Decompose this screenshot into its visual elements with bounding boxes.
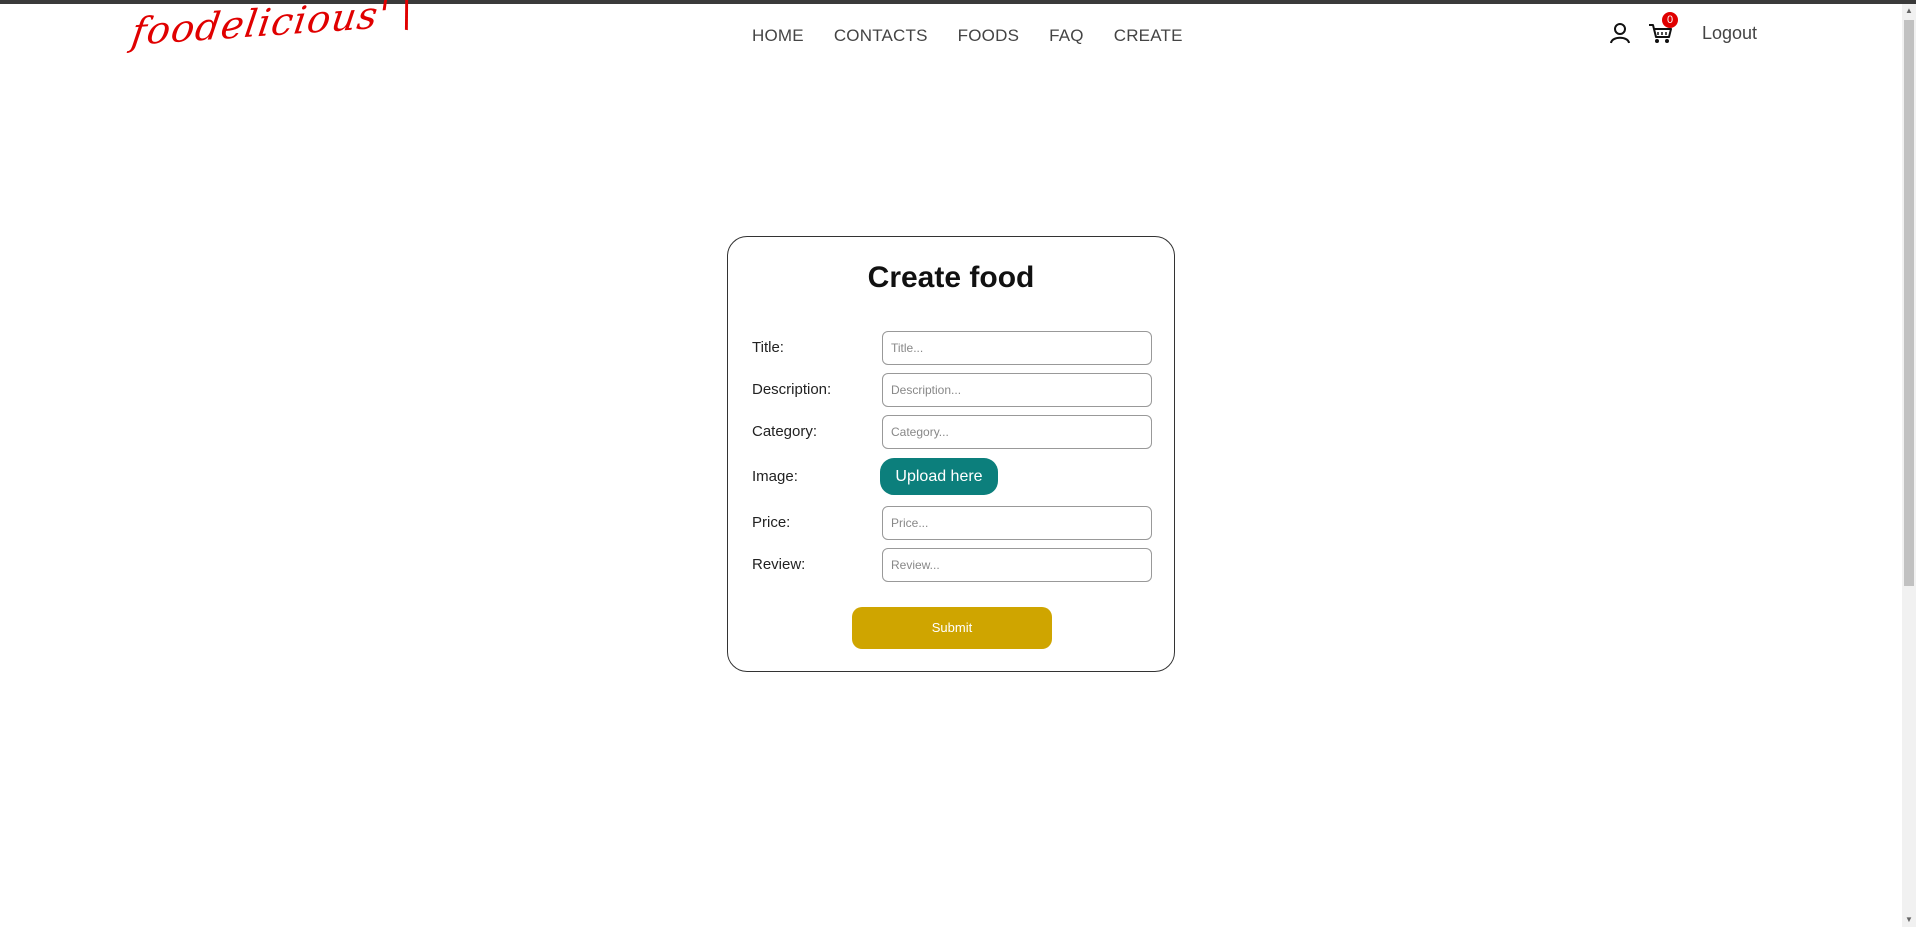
image-row: Image: Upload here bbox=[752, 458, 1152, 495]
review-input[interactable] bbox=[882, 548, 1152, 582]
nav-foods[interactable]: FOODS bbox=[958, 26, 1019, 46]
scroll-thumb[interactable] bbox=[1904, 20, 1914, 586]
create-food-form: Create food Title: Description: Category… bbox=[727, 236, 1175, 672]
submit-button[interactable]: Submit bbox=[852, 607, 1052, 649]
upload-image-button[interactable]: Upload here bbox=[880, 458, 998, 495]
price-input[interactable] bbox=[882, 506, 1152, 540]
logout-link[interactable]: Logout bbox=[1702, 23, 1757, 44]
nav-home[interactable]: HOME bbox=[752, 26, 804, 46]
category-row: Category: bbox=[752, 415, 1152, 449]
price-label: Price: bbox=[752, 514, 791, 531]
nav-contacts[interactable]: CONTACTS bbox=[834, 26, 928, 46]
form-title: Create food bbox=[867, 261, 1035, 294]
page-scrollbar[interactable]: ▲ ▼ bbox=[1902, 4, 1916, 927]
title-label: Title: bbox=[752, 339, 784, 356]
cart-button[interactable]: 0 bbox=[1648, 12, 1678, 46]
title-row: Title: bbox=[752, 331, 1152, 365]
logo-mark: \ bbox=[393, 0, 421, 36]
title-input[interactable] bbox=[882, 331, 1152, 365]
category-label: Category: bbox=[752, 423, 818, 440]
description-row: Description: bbox=[752, 373, 1152, 407]
description-label: Description: bbox=[752, 381, 832, 398]
review-row: Review: bbox=[752, 548, 1152, 582]
description-input[interactable] bbox=[882, 373, 1152, 407]
image-label: Image: bbox=[752, 468, 798, 485]
review-label: Review: bbox=[752, 556, 806, 573]
category-input[interactable] bbox=[882, 415, 1152, 449]
brand-logo[interactable]: foodelicious'\ bbox=[128, 0, 421, 54]
nav-links: HOME CONTACTS FOODS FAQ CREATE bbox=[752, 26, 1213, 46]
nav-faq[interactable]: FAQ bbox=[1049, 26, 1084, 46]
user-icon[interactable] bbox=[1608, 21, 1632, 45]
scroll-down-arrow-icon[interactable]: ▼ bbox=[1902, 913, 1916, 927]
price-row: Price: bbox=[752, 506, 1152, 540]
nav-right: 0 Logout bbox=[1608, 12, 1757, 46]
nav-create[interactable]: CREATE bbox=[1114, 26, 1183, 46]
cart-count-badge: 0 bbox=[1662, 12, 1678, 28]
logo-text: foodelicious' bbox=[128, 0, 393, 54]
scroll-up-arrow-icon[interactable]: ▲ bbox=[1902, 4, 1916, 18]
navbar: foodelicious'\ HOME CONTACTS FOODS FAQ C… bbox=[0, 0, 1896, 66]
